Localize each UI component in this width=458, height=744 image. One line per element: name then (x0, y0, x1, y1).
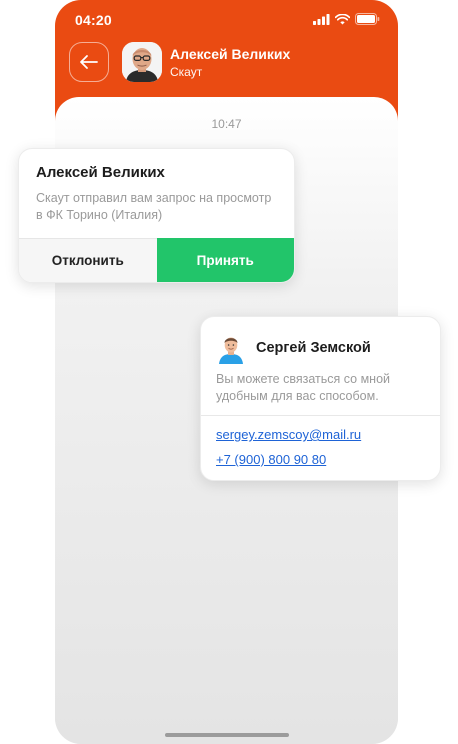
email-link[interactable]: sergey.zemscoy@mail.ru (216, 427, 361, 442)
contact-card-name: Сергей Земской (256, 340, 371, 356)
contact-card: Сергей Земской Вы можете связаться со мн… (200, 316, 441, 481)
contact-name: Алексей Великих (170, 46, 291, 62)
request-actions: Отклонить Принять (19, 238, 294, 282)
contact-card-text: Вы можете связаться со мной удобным для … (216, 372, 391, 403)
request-title: Алексей Великих (36, 164, 165, 181)
divider (201, 415, 440, 416)
decline-button[interactable]: Отклонить (19, 238, 157, 282)
signal-icon (313, 13, 330, 25)
time-separator: 10:47 (211, 117, 242, 131)
status-time: 04:20 (75, 12, 112, 28)
arrow-left-icon (80, 55, 98, 69)
wifi-icon (335, 13, 350, 24)
user-avatar-icon (219, 337, 243, 364)
contact-role: Скаут (170, 65, 203, 79)
request-text: Скаут отправил вам запрос на просмотр в … (36, 191, 272, 222)
back-button[interactable] (69, 42, 109, 82)
battery-icon (355, 13, 380, 25)
phone-link[interactable]: +7 (900) 800 90 80 (216, 452, 326, 467)
accept-button[interactable]: Принять (156, 238, 294, 282)
status-icons (313, 13, 380, 25)
user-photo-icon (122, 42, 162, 82)
home-indicator (165, 733, 289, 737)
avatar[interactable] (122, 42, 162, 82)
contact-avatar (217, 334, 245, 364)
request-card: Алексей Великих Скаут отправил вам запро… (18, 148, 295, 283)
